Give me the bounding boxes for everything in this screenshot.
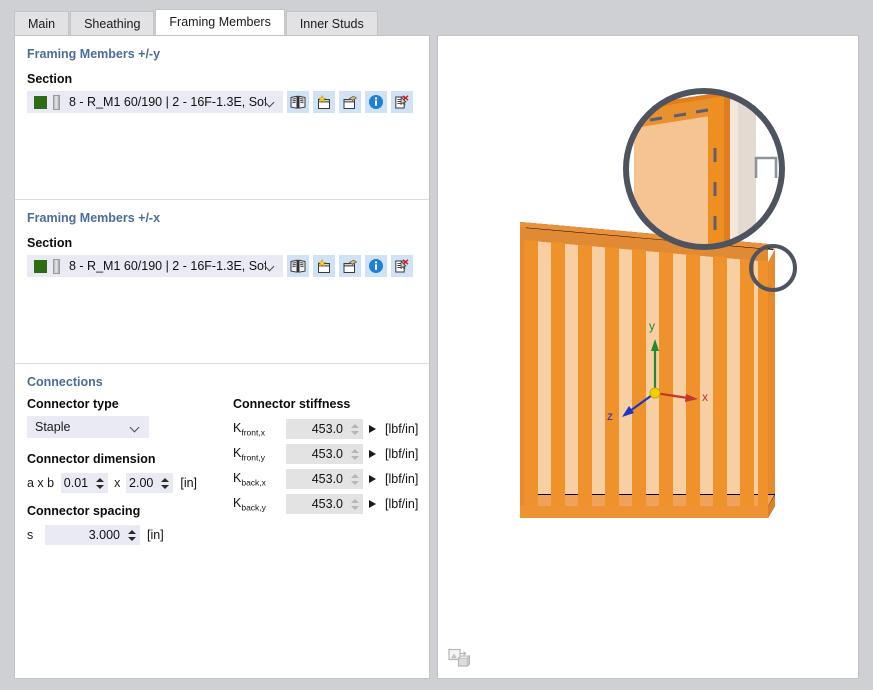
section-library-icon[interactable]	[287, 255, 309, 277]
spacing-input[interactable]: 3.000	[45, 525, 140, 545]
group-title: Framing Members +/-y	[27, 47, 161, 61]
import-section-icon[interactable]	[339, 255, 361, 277]
connector-type-dropdown[interactable]: Staple	[27, 416, 149, 438]
connector-spacing-label: Connector spacing	[27, 504, 141, 518]
axis-label-y: y	[649, 319, 655, 333]
tab-inner-studs[interactable]: Inner Studs	[285, 11, 378, 36]
stiffness-value: 453.0	[311, 447, 343, 461]
spacing-value: 3.000	[88, 528, 120, 542]
group-title: Connections	[27, 375, 103, 389]
spinner-arrows[interactable]	[94, 474, 105, 492]
dimension-unit: [in]	[180, 476, 198, 490]
axis-label-z: z	[607, 409, 613, 423]
stiffness-row: Kfront,y 453.0 [lbf/in]	[233, 444, 418, 464]
stiffness-value: 453.0	[311, 472, 343, 486]
stiffness-input[interactable]: 453.0	[286, 469, 363, 489]
stiffness-detail-button[interactable]	[366, 470, 378, 488]
spinner-arrows	[349, 470, 360, 488]
dimension-prefix: a x b	[27, 476, 55, 490]
tab-main[interactable]: Main	[14, 11, 70, 36]
stiffness-row: Kback,y 453.0 [lbf/in]	[233, 494, 418, 514]
section-library-icon[interactable]	[287, 91, 309, 113]
connector-stiffness-label: Connector stiffness	[233, 397, 351, 411]
dimension-b-value: 2.00	[129, 476, 154, 490]
section-combo-y[interactable]: 8 - R_M1 60/190 | 2 - 16F-1.3E, Softwo..…	[27, 91, 283, 113]
stiffness-value: 453.0	[311, 422, 343, 436]
connector-type-value: Staple	[35, 420, 71, 434]
dimension-multiply: x	[114, 476, 121, 490]
section-label: Section	[27, 236, 73, 250]
delete-section-icon[interactable]	[391, 91, 413, 113]
group-title: Framing Members +/-x	[27, 211, 161, 225]
section-profile-icon	[53, 258, 60, 274]
stiffness-input[interactable]: 453.0	[286, 444, 363, 464]
application-window: Main Sheathing Framing Members Inner Stu…	[0, 0, 873, 690]
dimension-a-input[interactable]: 0.01	[61, 473, 109, 493]
chevron-down-icon	[266, 98, 275, 107]
spinner-arrows[interactable]	[126, 526, 137, 544]
stiffness-unit: [lbf/in]	[385, 447, 419, 461]
dimension-a-value: 0.01	[63, 476, 89, 490]
section-profile-icon	[53, 94, 60, 110]
tab-strip: Main Sheathing Framing Members Inner Stu…	[14, 9, 379, 36]
spacing-unit: [in]	[147, 528, 164, 542]
spinner-arrows[interactable]	[159, 474, 170, 492]
group-framing-members-x: Framing Members +/-x Section 8 - R_M1 60…	[15, 200, 429, 364]
tab-sheathing[interactable]: Sheathing	[70, 11, 155, 36]
stiffness-unit: [lbf/in]	[385, 472, 419, 486]
stiffness-detail-button[interactable]	[366, 495, 378, 513]
section-value: 8 - R_M1 60/190 | 2 - 16F-1.3E, Softwo..…	[69, 259, 266, 273]
group-connections: Connections Connector type Staple Connec…	[15, 364, 429, 678]
model-viewport-pane[interactable]: y x z	[437, 35, 859, 679]
section-label: Section	[27, 72, 73, 86]
section-info-icon[interactable]	[365, 91, 387, 113]
new-section-icon[interactable]	[313, 91, 335, 113]
section-value: 8 - R_M1 60/190 | 2 - 16F-1.3E, Softwo..…	[69, 95, 266, 109]
tab-label: Inner Studs	[299, 17, 364, 31]
connector-type-label: Connector type	[27, 397, 119, 411]
spinner-arrows	[349, 445, 360, 463]
dimension-b-input[interactable]: 2.00	[126, 473, 174, 493]
axis-origin-dot	[649, 387, 661, 399]
section-info-icon[interactable]	[365, 255, 387, 277]
settings-pane: Framing Members +/-y Section 8 - R_M1 60…	[14, 35, 430, 679]
stiffness-symbol: Kback,x	[233, 470, 266, 488]
tab-framing-members[interactable]: Framing Members	[155, 9, 285, 35]
spinner-arrows	[349, 420, 360, 438]
chevron-down-icon	[266, 262, 275, 271]
stiffness-input[interactable]: 453.0	[286, 419, 363, 439]
section-combo-x[interactable]: 8 - R_M1 60/190 | 2 - 16F-1.3E, Softwo..…	[27, 255, 283, 277]
stiffness-row: Kback,x 453.0 [lbf/in]	[233, 469, 418, 489]
spinner-arrows	[349, 495, 360, 513]
stiffness-unit: [lbf/in]	[385, 497, 419, 511]
import-section-icon[interactable]	[339, 91, 361, 113]
wall-assembly	[520, 222, 775, 518]
stiffness-symbol: Kfront,y	[233, 445, 265, 463]
section-color-swatch	[34, 259, 47, 273]
stiffness-symbol: Kback,y	[233, 495, 266, 513]
stud-wall-model[interactable]	[438, 36, 858, 678]
stiffness-row: Kfront,x 453.0 [lbf/in]	[233, 419, 418, 439]
connector-dimension-label: Connector dimension	[27, 452, 156, 466]
tab-label: Framing Members	[169, 15, 271, 29]
stiffness-detail-button[interactable]	[366, 445, 378, 463]
tab-label: Main	[28, 17, 56, 31]
stiffness-unit: [lbf/in]	[385, 422, 419, 436]
stiffness-value: 453.0	[311, 497, 343, 511]
stiffness-symbol: Kfront,x	[233, 420, 265, 438]
group-framing-members-y: Framing Members +/-y Section 8 - R_M1 60…	[15, 36, 429, 200]
stiffness-detail-button[interactable]	[366, 420, 378, 438]
3d-viewport[interactable]: y x z	[438, 36, 858, 678]
new-section-icon[interactable]	[313, 255, 335, 277]
spacing-symbol: s	[27, 528, 34, 542]
view-render-icon[interactable]	[446, 646, 472, 670]
tab-label: Sheathing	[84, 17, 141, 31]
chevron-down-icon	[131, 423, 140, 432]
delete-section-icon[interactable]	[391, 255, 413, 277]
section-color-swatch	[34, 95, 47, 109]
axis-label-x: x	[702, 390, 708, 404]
stiffness-input[interactable]: 453.0	[286, 494, 363, 514]
